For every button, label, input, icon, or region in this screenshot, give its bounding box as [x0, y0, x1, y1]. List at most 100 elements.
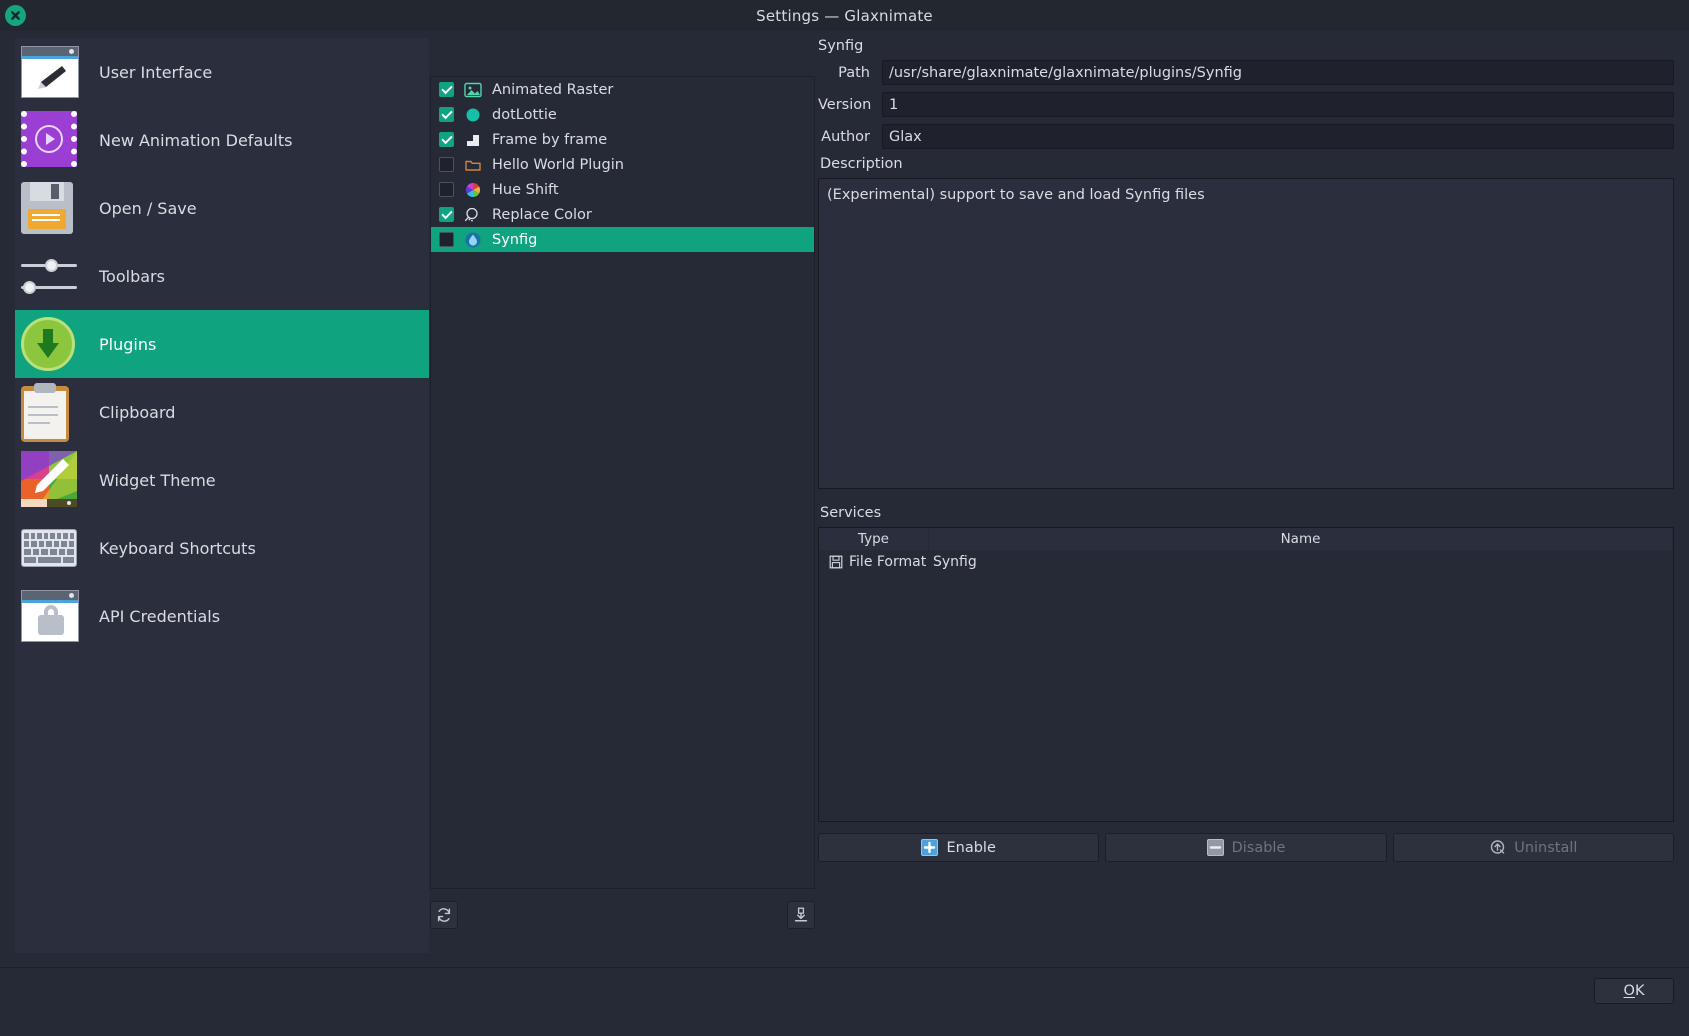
- sidebar-item-label: Open / Save: [99, 198, 197, 218]
- ok-button[interactable]: OK: [1594, 978, 1674, 1004]
- download-circle-icon: [21, 315, 79, 373]
- services-table-header: Type Name: [819, 528, 1673, 550]
- dialog-footer: OK: [0, 967, 1689, 1036]
- plugin-name: Synfig: [492, 231, 538, 248]
- plugin-enabled-checkbox[interactable]: [439, 207, 454, 222]
- plugin-enabled-checkbox[interactable]: [439, 132, 454, 147]
- install-plugin-button[interactable]: [787, 901, 815, 929]
- plugin-details-panel: Synfig Path /usr/share/glaxnimate/glaxni…: [818, 38, 1674, 953]
- sidebar-item-label: API Credentials: [99, 606, 221, 626]
- minus-icon: [1206, 839, 1224, 856]
- plugin-action-bar: Enable Disable Uninstall: [818, 833, 1674, 862]
- magnifier-icon: [464, 206, 482, 224]
- sidebar-item-label: Toolbars: [99, 266, 165, 286]
- sidebar-item-api-credentials[interactable]: API Credentials: [15, 582, 429, 650]
- sidebar-item-keyboard-shortcuts[interactable]: Keyboard Shortcuts: [15, 514, 429, 582]
- sidebar-item-label: Keyboard Shortcuts: [99, 538, 256, 558]
- author-field[interactable]: Glax: [882, 124, 1674, 149]
- circle-icon: [464, 106, 482, 124]
- title-bar: Settings — Glaxnimate: [0, 0, 1689, 31]
- author-row: Author Glax: [818, 124, 1674, 149]
- sidebar-item-new-animation-defaults[interactable]: New Animation Defaults: [15, 106, 429, 174]
- version-label: Version: [818, 96, 872, 113]
- uninstall-button-label: Uninstall: [1514, 839, 1578, 856]
- keyboard-icon: [21, 519, 79, 577]
- description-field[interactable]: (Experimental) support to save and load …: [818, 178, 1674, 489]
- sidebar-item-label: Clipboard: [99, 402, 176, 422]
- plugin-detail-title: Synfig: [818, 38, 864, 54]
- plugin-enabled-checkbox[interactable]: [439, 107, 454, 122]
- plugin-enabled-checkbox[interactable]: [439, 82, 454, 97]
- list-item[interactable]: Synfig: [431, 227, 814, 252]
- table-row[interactable]: File Format Synfig: [819, 550, 1673, 574]
- plugin-list-panel: Animated Raster dotLottie Frame by frame: [430, 38, 815, 953]
- plugin-enabled-checkbox[interactable]: [439, 157, 454, 172]
- lock-window-icon: [21, 587, 79, 645]
- service-type-cell: File Format: [819, 554, 929, 570]
- ok-rest: K: [1634, 983, 1645, 999]
- sliders-icon: [21, 247, 79, 305]
- plugin-name: Animated Raster: [492, 81, 614, 98]
- sidebar-item-plugins[interactable]: Plugins: [15, 310, 429, 378]
- refresh-icon: [437, 908, 451, 922]
- ok-mnemonic: O: [1623, 983, 1635, 999]
- author-label: Author: [821, 128, 870, 145]
- version-field[interactable]: 1: [882, 92, 1674, 117]
- sidebar-item-user-interface[interactable]: User Interface: [15, 38, 429, 106]
- plugin-list[interactable]: Animated Raster dotLottie Frame by frame: [430, 76, 815, 889]
- list-item[interactable]: dotLottie: [431, 102, 814, 127]
- plugin-name: Replace Color: [492, 206, 592, 223]
- services-table[interactable]: Type Name File Format Synfig: [818, 527, 1674, 822]
- list-item[interactable]: Hello World Plugin: [431, 152, 814, 177]
- service-name-cell: Synfig: [933, 554, 977, 570]
- list-item[interactable]: Frame by frame: [431, 127, 814, 152]
- plugin-name: Hello World Plugin: [492, 156, 624, 173]
- service-type-text: File Format: [849, 554, 927, 570]
- plugin-name: dotLottie: [492, 106, 557, 123]
- clipboard-icon: [21, 383, 79, 442]
- color-wheel-icon: [464, 181, 482, 199]
- floppy-disk-icon: [21, 179, 79, 237]
- download-install-icon: [794, 907, 808, 922]
- sidebar-item-label: New Animation Defaults: [99, 130, 293, 150]
- paint-window-icon: [21, 43, 79, 101]
- path-field[interactable]: /usr/share/glaxnimate/glaxnimate/plugins…: [882, 60, 1674, 85]
- list-item[interactable]: Hue Shift: [431, 177, 814, 202]
- sidebar-item-label: Plugins: [99, 334, 157, 354]
- plus-icon: [921, 839, 939, 856]
- plugin-name: Frame by frame: [492, 131, 608, 148]
- column-header-type[interactable]: Type: [819, 528, 929, 550]
- image-icon: [464, 81, 482, 99]
- enable-button-label: Enable: [946, 839, 996, 856]
- list-item[interactable]: Replace Color: [431, 202, 814, 227]
- disable-button[interactable]: Disable: [1105, 833, 1387, 862]
- plugin-enabled-checkbox[interactable]: [439, 232, 454, 247]
- column-header-name[interactable]: Name: [929, 528, 1673, 550]
- plugin-enabled-checkbox[interactable]: [439, 182, 454, 197]
- list-item[interactable]: Animated Raster: [431, 77, 814, 102]
- version-row: Version 1: [818, 92, 1674, 117]
- film-play-icon: [21, 111, 79, 169]
- sidebar-item-widget-theme[interactable]: Widget Theme: [15, 446, 429, 514]
- path-label: Path: [838, 64, 870, 81]
- sidebar-item-label: Widget Theme: [99, 470, 216, 490]
- uninstall-button[interactable]: Uninstall: [1392, 833, 1674, 862]
- sidebar-item-toolbars[interactable]: Toolbars: [15, 242, 429, 310]
- settings-content: User Interface New Animation Defaults Op…: [0, 31, 1689, 1036]
- sidebar-item-clipboard[interactable]: Clipboard: [15, 378, 429, 446]
- uninstall-icon: [1491, 840, 1505, 854]
- plugin-name: Hue Shift: [492, 181, 559, 198]
- save-icon: [829, 555, 843, 569]
- refresh-plugins-button[interactable]: [430, 901, 458, 929]
- enable-button[interactable]: Enable: [818, 833, 1100, 862]
- disable-button-label: Disable: [1231, 839, 1286, 856]
- synfig-drop-icon: [464, 231, 482, 249]
- color-brush-icon: [21, 451, 79, 509]
- plugin-list-toolbar: [430, 894, 815, 936]
- services-label: Services: [820, 505, 882, 521]
- settings-sidebar: User Interface New Animation Defaults Op…: [15, 38, 429, 953]
- sidebar-item-open-save[interactable]: Open / Save: [15, 174, 429, 242]
- window-title: Settings — Glaxnimate: [756, 6, 933, 25]
- description-label: Description: [820, 156, 903, 172]
- steps-icon: [464, 131, 482, 149]
